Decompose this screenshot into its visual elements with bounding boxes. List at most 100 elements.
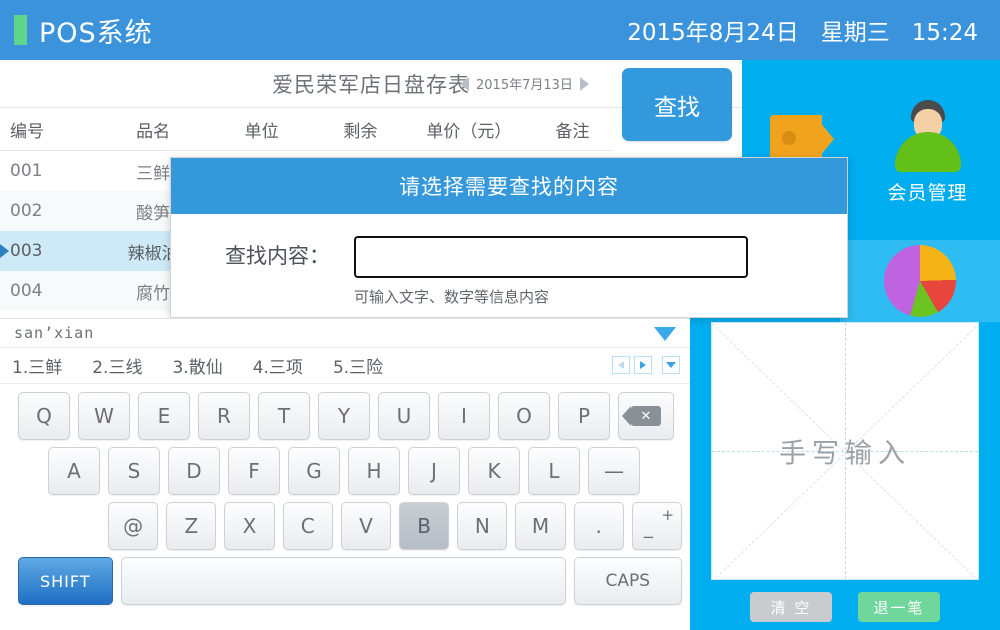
row-selected-indicator-icon (0, 244, 9, 258)
member-management-label: 会员管理 (887, 182, 968, 204)
key-f[interactable]: F (228, 447, 280, 495)
pie-chart-icon (884, 245, 956, 317)
header-time: 15:24 (911, 20, 978, 46)
key-i[interactable]: I (438, 392, 490, 440)
ime-pinyin-text: san’xian (14, 324, 95, 342)
member-management-tile[interactable]: 会员管理 (860, 100, 995, 225)
key-d[interactable]: D (168, 447, 220, 495)
key-u[interactable]: U (378, 392, 430, 440)
column-header-memo: 备注 (555, 121, 590, 142)
key-shift[interactable]: SHIFT (18, 557, 113, 605)
search-field-wrap: 可输入文字、数字等信息内容 (353, 235, 749, 307)
ime-candidate[interactable]: 4.三项 (253, 353, 303, 378)
ime-candidate[interactable]: 3.散仙 (172, 353, 222, 378)
handwriting-placeholder: 手写输入 (779, 438, 911, 470)
backspace-icon[interactable]: ✕ (618, 392, 674, 440)
app-title: POS系统 (39, 17, 153, 49)
page-title: 爱民荣军店日盘存表 (272, 72, 470, 97)
header-datetime: 2015年8月24日 星期三 15:24 (627, 13, 978, 47)
brand-accent-bar (14, 15, 27, 45)
ime-candidate-controls[interactable] (612, 356, 680, 374)
key-plus-minus[interactable]: + _ (631, 502, 683, 550)
pos-application: ⊚ ⊚ POS系统 2015年8月24日 星期三 15:24 会员管理 (0, 0, 1000, 630)
next-day-icon[interactable] (579, 76, 589, 91)
tag-icon-point (814, 115, 834, 163)
key-s[interactable]: S (108, 447, 160, 495)
key-b[interactable]: B (399, 502, 450, 550)
keyboard-row-2: A S D F G H J K L — (0, 447, 690, 495)
current-date-label: 2015年7月13日 (476, 78, 573, 93)
app-header: POS系统 2015年8月24日 星期三 15:24 (0, 0, 1000, 60)
table-header-row: 编号 品名 单位 剩余 单价（元） 备注 (0, 108, 612, 151)
dialog-title: 请选择需要查找的内容 (171, 158, 847, 214)
undo-stroke-button[interactable]: 退一笔 (858, 592, 940, 622)
date-navigator[interactable]: 2015年7月13日 (460, 74, 589, 93)
brand: POS系统 (14, 11, 153, 50)
search-field-label: 查找内容： (225, 244, 330, 268)
key-plus-label: + (661, 506, 675, 524)
ime-candidate-bar: 1.三鲜 2.三线 3.散仙 4.三项 5.三险 (0, 348, 690, 384)
search-input[interactable] (353, 235, 749, 279)
search-input-hint: 可输入文字、数字等信息内容 (354, 288, 550, 306)
key-a[interactable]: A (48, 447, 100, 495)
cell-no: 002 (10, 201, 43, 221)
key-—[interactable]: — (588, 447, 640, 495)
key-n[interactable]: N (457, 502, 508, 550)
key-k[interactable]: K (468, 447, 520, 495)
arrow-left-icon[interactable] (612, 356, 630, 374)
chevron-down-icon[interactable] (662, 356, 680, 374)
keyboard-row-3: @ Z X C V B N M. + _ (0, 502, 690, 550)
key-r[interactable]: R (198, 392, 250, 440)
user-avatar-icon (885, 100, 971, 172)
key-v[interactable]: V (340, 502, 392, 550)
key-.[interactable]: . (573, 502, 624, 550)
column-header-no: 编号 (10, 121, 44, 142)
handwriting-buttons: 清 空 退一笔 (700, 592, 990, 622)
key-p[interactable]: P (558, 392, 610, 440)
key-e[interactable]: E (138, 392, 190, 440)
column-header-left: 剩余 (343, 121, 378, 142)
key-j[interactable]: J (408, 447, 460, 495)
cell-no: 004 (10, 281, 43, 301)
key-z[interactable]: Z (166, 502, 217, 550)
ime-candidate[interactable]: 5.三险 (333, 353, 383, 378)
key-o[interactable]: O (498, 392, 550, 440)
statistics-tile[interactable] (840, 240, 1000, 322)
prev-day-icon[interactable] (460, 76, 469, 91)
ime-candidate-list: 1.三鲜 2.三线 3.散仙 4.三项 5.三险 (12, 353, 413, 378)
chevron-down-icon[interactable] (654, 327, 676, 341)
virtual-keyboard: Q W E R T Y U I O P ✕ A S D F G H J K L — @ Z X C V B N M. + _ SHIFT… (0, 384, 690, 605)
key-y[interactable]: Y (318, 392, 370, 440)
ime-candidate[interactable]: 1.三鲜 (12, 353, 62, 378)
key-g[interactable]: G (288, 447, 340, 495)
header-date: 2015年8月24日 (627, 20, 799, 46)
keyboard-row-1: Q W E R T Y U I O P ✕ (0, 392, 690, 440)
arrow-right-icon[interactable] (634, 356, 652, 374)
backspace-glyph: ✕ (622, 406, 661, 426)
key-caps[interactable]: CAPS (573, 557, 682, 605)
key-minus-label: _ (643, 518, 653, 539)
find-button[interactable]: 查找 (622, 68, 732, 141)
keyboard-row-4: SHIFT CAPS (0, 557, 690, 605)
key-space[interactable] (120, 557, 566, 605)
key-m[interactable]: M (515, 502, 566, 550)
key-t[interactable]: T (258, 392, 310, 440)
tag-icon-hole (782, 131, 796, 145)
column-header-unit: 单位 (244, 121, 279, 142)
clear-button[interactable]: 清 空 (750, 592, 832, 622)
cell-no: 003 (0, 241, 99, 261)
key-h[interactable]: H (348, 447, 400, 495)
sheet-header: 爱民荣军店日盘存表 2015年7月13日 查找 (0, 60, 742, 141)
handwriting-panel: 手写输入 清 空 退一笔 (700, 322, 990, 622)
key-@[interactable]: @ (108, 502, 159, 550)
key-l[interactable]: L (528, 447, 580, 495)
key-w[interactable]: W (78, 392, 130, 440)
ime-candidate[interactable]: 2.三线 (92, 353, 142, 378)
key-c[interactable]: C (282, 502, 333, 550)
handwriting-pad[interactable]: 手写输入 (711, 322, 979, 580)
key-q[interactable]: Q (18, 392, 70, 440)
key-x[interactable]: X (224, 502, 275, 550)
dialog-body: 查找内容： 可输入文字、数字等信息内容 (171, 214, 847, 307)
column-header-name: 品名 (136, 121, 171, 142)
column-header-price: 单价（元） (426, 121, 512, 142)
